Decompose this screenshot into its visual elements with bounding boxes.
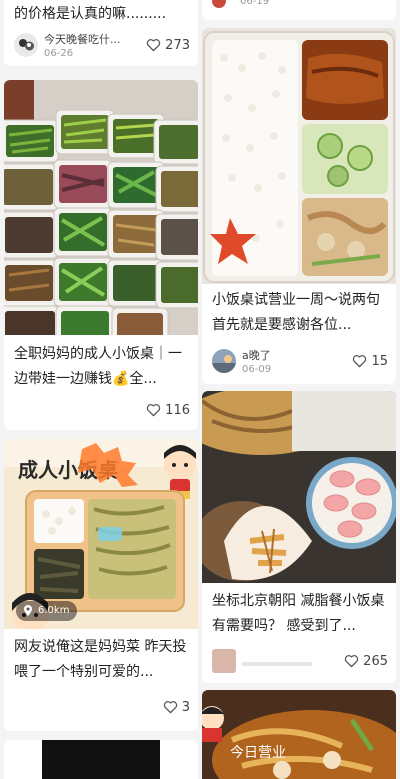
note-cover-image	[4, 740, 198, 779]
like-button[interactable]: 273	[146, 38, 190, 53]
waterfall-feed: 的价格是认真的嘛......... 今天晚餐吃什... 06-26 273 全职…	[0, 0, 400, 779]
overlay-caption: 今日营业	[230, 745, 286, 761]
note-cover-image: 今日营业	[202, 690, 396, 779]
note-card[interactable]: 06-19	[202, 0, 396, 20]
author-name-placeholder	[242, 662, 312, 666]
note-meta: a晚了 06-09 15	[212, 346, 388, 376]
heart-outline-icon	[345, 655, 359, 668]
author-avatar[interactable]	[14, 33, 38, 57]
post-date: 06-09	[242, 364, 272, 375]
note-card[interactable]: 今日营业	[202, 690, 396, 779]
distance-badge: 6.0km	[16, 601, 78, 621]
author-name[interactable]: 今天晚餐吃什...	[44, 31, 146, 47]
note-card[interactable]: 坐标北京朝阳 减脂餐小饭桌有需要吗？ 感受到了... 265	[202, 391, 396, 683]
note-card[interactable]	[4, 740, 198, 779]
like-count: 273	[165, 37, 190, 53]
note-title: 网友说俺这是妈妈菜 昨天投喂了一个特别可爱的...	[14, 639, 187, 680]
note-meta: 3	[14, 692, 190, 722]
heart-outline-icon	[353, 355, 367, 368]
like-count: 265	[363, 653, 388, 669]
author-info: 今天晚餐吃什... 06-26	[44, 31, 146, 59]
note-meta: 265	[212, 646, 388, 676]
author-name[interactable]: a晚了	[242, 347, 352, 363]
like-button[interactable]: 3	[163, 700, 190, 715]
note-title: 小饭桌试营业一周～说两句 首先就是要感谢各位...	[212, 292, 380, 333]
note-meta: 今天晚餐吃什... 06-26 273	[14, 30, 190, 60]
post-date: 06-26	[44, 48, 74, 59]
note-card[interactable]: 的价格是认真的嘛......... 今天晚餐吃什... 06-26 273	[4, 0, 198, 66]
note-title: 的价格是认真的嘛.........	[14, 6, 167, 22]
note-title: 坐标北京朝阳 减脂餐小饭桌有需要吗？ 感受到了...	[212, 593, 385, 634]
heart-outline-icon	[163, 701, 177, 714]
heart-outline-icon	[147, 39, 161, 52]
note-cover-image	[4, 80, 198, 335]
author-avatar[interactable]	[212, 349, 236, 373]
note-title: 全职妈妈的成人小饭桌｜一边带娃一边赚钱💰全...	[14, 346, 182, 387]
author-avatar[interactable]	[212, 649, 236, 673]
like-count: 3	[181, 699, 190, 715]
like-button[interactable]: 265	[344, 654, 388, 669]
note-cover-image	[202, 391, 396, 583]
note-card[interactable]: 全职妈妈的成人小饭桌｜一边带娃一边赚钱💰全... 116	[4, 80, 198, 430]
like-count: 15	[371, 353, 388, 369]
author-info: a晚了 06-09	[242, 347, 352, 375]
like-button[interactable]: 15	[352, 354, 388, 369]
author-info	[242, 656, 344, 666]
note-card[interactable]: 小饭桌试营业一周～说两句 首先就是要感谢各位... a晚了 06-09 15	[202, 28, 396, 384]
distance-text: 6.0km	[38, 605, 70, 616]
heart-outline-icon	[147, 404, 161, 417]
note-meta: 06-19	[212, 0, 388, 10]
post-date: 06-19	[240, 0, 270, 7]
note-cover-image	[202, 28, 396, 284]
note-card[interactable]: 成人小饭桌 6.0km 网友说俺这是妈妈菜 昨天投喂了一个特别可爱的... 3	[4, 439, 198, 731]
note-cover-image: 成人小饭桌 6.0km	[4, 439, 198, 629]
like-count: 116	[165, 402, 190, 418]
location-pin-icon	[24, 605, 32, 616]
like-button[interactable]: 116	[146, 403, 190, 418]
note-meta: 116	[14, 395, 190, 425]
author-avatar[interactable]	[212, 0, 226, 8]
